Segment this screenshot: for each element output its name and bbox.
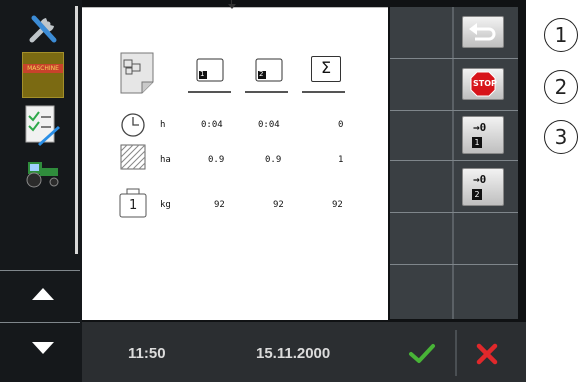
clock-icon [120, 112, 146, 138]
nav-divider [0, 322, 80, 323]
reset-1-badge: 1 [472, 137, 482, 148]
softkey-divider [452, 7, 454, 319]
callout-1: 1 [544, 18, 578, 52]
counter-2-label: 2 [259, 70, 264, 78]
nav-divider [0, 270, 80, 271]
clock-time: 11:50 [128, 345, 166, 362]
counter-1-label: 1 [200, 70, 205, 78]
checkmark-icon [409, 344, 435, 363]
sidebar-scroll-track[interactable] [75, 6, 78, 254]
machine-card-text: MASCHINE [23, 64, 63, 73]
back-arrow-icon [469, 23, 496, 41]
column-underline [245, 91, 288, 93]
callout-2: 2 [544, 70, 578, 104]
column-underline [302, 91, 345, 93]
tools-icon[interactable] [26, 12, 60, 46]
stop-button[interactable]: STOP [462, 68, 504, 100]
value-cell: 0.9 [265, 155, 282, 165]
checklist-icon[interactable] [24, 104, 60, 148]
column-underline [188, 91, 231, 93]
close-icon [476, 343, 498, 365]
sum-icon: Σ [311, 56, 341, 82]
scroll-down-button[interactable] [30, 338, 56, 358]
value-cell: 0:04 [258, 120, 280, 130]
value-cell: 0 [338, 120, 344, 130]
weight-icon-label: 1 [129, 198, 138, 213]
reset-1-label: →0 [473, 121, 487, 134]
bottom-divider [455, 330, 457, 376]
value-cell: 92 [214, 200, 225, 210]
pointer-arrow-icon [228, 4, 236, 9]
value-cell: 92 [273, 200, 284, 210]
reset-counter-1-button[interactable]: →0 1 [462, 116, 504, 154]
callout-3: 3 [544, 120, 578, 154]
field-counter-icon [120, 52, 154, 94]
unit-label: kg [160, 200, 171, 210]
area-hatch-icon [120, 144, 146, 170]
stop-label: STOP [473, 79, 497, 88]
counter-2-icon: 2 [255, 58, 283, 82]
value-cell: 0.9 [208, 155, 225, 165]
value-cell: 0:04 [201, 120, 223, 130]
reset-2-label: →0 [473, 173, 487, 186]
tractor-icon[interactable] [22, 158, 62, 188]
counter-1-icon: 1 [196, 58, 224, 82]
unit-label: ha [160, 155, 171, 165]
confirm-button[interactable] [406, 340, 438, 366]
machine-card-icon[interactable]: MASCHINE [22, 52, 64, 98]
reset-2-badge: 2 [472, 189, 482, 200]
weight-icon: 1 [118, 188, 148, 218]
value-cell: 92 [332, 200, 343, 210]
cancel-button[interactable] [472, 340, 502, 368]
back-button[interactable] [462, 16, 504, 48]
reset-counter-2-button[interactable]: →0 2 [462, 168, 504, 206]
unit-label: h [160, 120, 166, 130]
softkey-column-left[interactable] [390, 7, 452, 319]
date-display: 15.11.2000 [256, 345, 331, 362]
scroll-up-button[interactable] [30, 282, 56, 302]
value-cell: 1 [338, 155, 344, 165]
